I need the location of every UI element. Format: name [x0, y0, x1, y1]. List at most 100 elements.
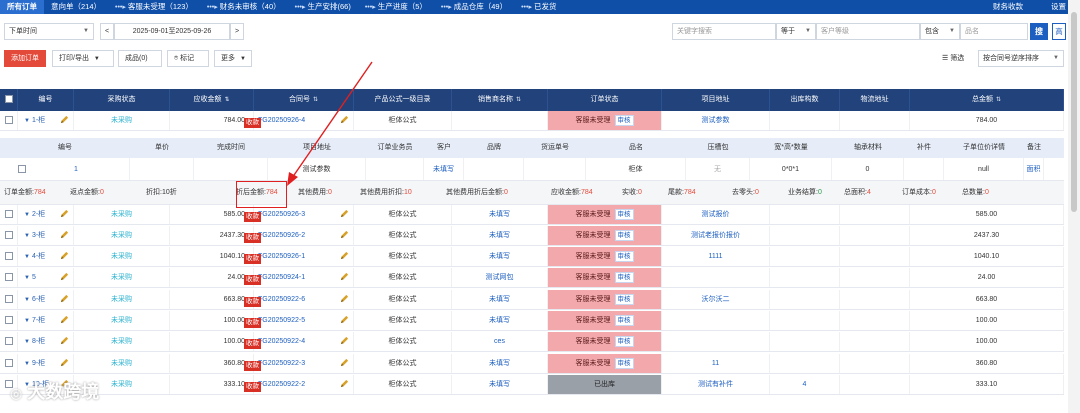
row-id-cell[interactable]: ▼ 5	[18, 268, 74, 287]
sort-icon[interactable]: ⇅	[996, 97, 1001, 103]
contract-code-cell[interactable]: 收款 FG20250926-4	[244, 111, 354, 130]
edit-pencil-icon[interactable]	[340, 230, 349, 239]
operator-select[interactable]: 等于 ▼	[776, 23, 816, 40]
nav-tab-0[interactable]: 所有订单	[0, 0, 44, 14]
nav-tab-3[interactable]: •••▸ 财务未审核（40）	[200, 0, 288, 14]
row-checkbox[interactable]	[4, 210, 13, 219]
contract-code[interactable]: FG20250926-1	[258, 253, 305, 260]
row-checkbox[interactable]	[4, 252, 13, 261]
edit-pencil-icon[interactable]	[340, 209, 349, 218]
row-checkbox[interactable]	[4, 337, 13, 346]
purchase-status[interactable]: 未采购	[74, 268, 170, 287]
row-id-cell[interactable]: ▼ 9-柜	[18, 354, 74, 373]
expand-toggle-icon[interactable]: ▼	[24, 275, 30, 281]
more-button[interactable]: 更多 ▼	[214, 50, 252, 67]
audit-button[interactable]: 审核	[614, 358, 634, 369]
contract-code[interactable]: FG20250922-4	[258, 338, 305, 345]
nav-tab-4[interactable]: •••▸ 生产安排(66)	[288, 0, 358, 14]
row-id-cell[interactable]: ▼ 6-柜	[18, 290, 74, 309]
date-type-select[interactable]: 下单时间 ▼	[4, 23, 94, 40]
purchase-status[interactable]: 未采购	[74, 111, 170, 130]
edit-pencil-icon[interactable]	[60, 294, 69, 303]
seller-name[interactable]: 未填写	[452, 247, 548, 266]
filter-toggle[interactable]: ☰ 筛选	[942, 50, 964, 67]
row-id-cell[interactable]: ▼ 1-柜	[18, 111, 74, 130]
contract-code-cell[interactable]: 收款 FG20250924-1	[244, 268, 354, 287]
purchase-status[interactable]: 未采购	[74, 332, 170, 351]
scrollbar-thumb[interactable]	[1071, 12, 1077, 212]
table-row[interactable]: ▼ 5 未采购 24.00 收款 FG20250924-1 柜体公式 测试网包 客服未受理 审核 2…	[0, 268, 1064, 288]
column-header-10[interactable]: 总金额 ⇅	[910, 89, 1064, 111]
row-checkbox[interactable]	[4, 295, 13, 304]
row-id-cell[interactable]: ▼ 7-柜	[18, 311, 74, 330]
table-row[interactable]: ▼ 6-柜 未采购 663.80 收款 FG20250922-6 柜体公式 未填写 客服未受理审…	[0, 290, 1064, 310]
table-row[interactable]: ▼ 7-柜 未采购 100.00 收款 FG20250922-5 柜体公式 未填写 客服未受理审…	[0, 311, 1064, 331]
sub-row-checkbox[interactable]	[18, 165, 26, 174]
collect-button[interactable]: 收款	[244, 339, 261, 349]
row-checkbox[interactable]	[4, 316, 13, 325]
project-address[interactable]: 11	[662, 354, 770, 373]
mark-button[interactable]: ⌾ 标记	[167, 50, 209, 67]
audit-button[interactable]: 审核	[614, 272, 634, 283]
collect-button[interactable]: 收款	[244, 118, 261, 128]
collect-button[interactable]: 收款	[244, 233, 261, 243]
collect-button[interactable]: 收款	[244, 297, 261, 307]
expand-toggle-icon[interactable]: ▼	[24, 361, 30, 367]
seller-name[interactable]: 未填写	[452, 311, 548, 330]
expand-toggle-icon[interactable]: ▼	[24, 233, 30, 239]
contract-code[interactable]: FG20250922-5	[258, 317, 305, 324]
advanced-search-button[interactable]: 高级	[1052, 23, 1066, 40]
project-address[interactable]	[662, 332, 770, 351]
edit-pencil-icon[interactable]	[340, 272, 349, 281]
seller-name[interactable]: 未填写	[452, 226, 548, 245]
date-range-input[interactable]: 2025-09-01至2025-09-26	[114, 23, 230, 40]
expand-toggle-icon[interactable]: ▼	[24, 118, 30, 124]
purchase-status[interactable]: 未采购	[74, 226, 170, 245]
edit-pencil-icon[interactable]	[340, 251, 349, 260]
edit-pencil-icon[interactable]	[340, 379, 349, 388]
row-id-cell[interactable]: ▼ 4-柜	[18, 247, 74, 266]
add-order-button[interactable]: 添加订单	[4, 50, 46, 67]
collect-button[interactable]: 收款	[244, 275, 261, 285]
select-all-checkbox[interactable]	[4, 95, 13, 104]
row-checkbox[interactable]	[4, 116, 13, 125]
purchase-status[interactable]: 未采购	[74, 311, 170, 330]
seller-name[interactable]: 未填写	[452, 205, 548, 224]
contract-code-cell[interactable]: 收款 FG20250922-5	[244, 311, 354, 330]
table-row[interactable]: ▼ 10-柜 未采购 333.10 收款 FG20250922-2 柜体公式 未填写 已出库 测试…	[0, 375, 1064, 395]
expand-toggle-icon[interactable]: ▼	[24, 318, 30, 324]
collect-button[interactable]: 收款	[244, 212, 261, 222]
seller-name[interactable]: 未填写	[452, 375, 548, 394]
edit-pencil-icon[interactable]	[60, 358, 69, 367]
nav-tab-1[interactable]: 意向单（214）	[44, 0, 108, 14]
contract-code-cell[interactable]: 收款 FG20250922-4	[244, 332, 354, 351]
seller-name[interactable]: ces	[452, 332, 548, 351]
print-export-button[interactable]: 打印/导出 ▼	[52, 50, 114, 67]
collect-button[interactable]: 收款	[244, 361, 261, 371]
table-row[interactable]: ▼ 4-柜 未采购 1040.10 收款 FG20250926-1 柜体公式 未填写 客服未受理…	[0, 247, 1064, 267]
audit-button[interactable]: 审核	[614, 294, 634, 305]
contract-code-cell[interactable]: 收款 FG20250922-2	[244, 375, 354, 394]
sub-cell[interactable]: 未填写	[424, 158, 464, 180]
contract-code[interactable]: FG20250922-6	[258, 296, 305, 303]
contract-code-cell[interactable]: 收款 FG20250926-1	[244, 247, 354, 266]
project-address[interactable]	[662, 311, 770, 330]
audit-button[interactable]: 审核	[614, 315, 634, 326]
vertical-scrollbar[interactable]	[1068, 0, 1080, 413]
column-header-2[interactable]: 应收金额 ⇅	[170, 89, 254, 111]
purchase-status[interactable]: 未采购	[74, 290, 170, 309]
project-address[interactable]: 测试有补件	[662, 375, 770, 394]
edit-pencil-icon[interactable]	[340, 358, 349, 367]
contract-code[interactable]: FG20250926-2	[258, 232, 305, 239]
row-checkbox[interactable]	[4, 231, 13, 240]
audit-button[interactable]: 审核	[614, 251, 634, 262]
contract-code-cell[interactable]: 收款 FG20250926-2	[244, 226, 354, 245]
sort-select[interactable]: 按合同号逆序排序 ▼	[978, 50, 1064, 67]
edit-pencil-icon[interactable]	[340, 315, 349, 324]
seller-name[interactable]	[452, 111, 548, 130]
table-row[interactable]: ▼ 3-柜 未采购 2437.30 收款 FG20250926-2 柜体公式 未填写 客服未受理…	[0, 226, 1064, 246]
edit-pencil-icon[interactable]	[60, 272, 69, 281]
column-header-5[interactable]: 销售商名称 ⇅	[452, 89, 548, 111]
contract-code[interactable]: FG20250922-3	[258, 360, 305, 367]
edit-pencil-icon[interactable]	[60, 251, 69, 260]
